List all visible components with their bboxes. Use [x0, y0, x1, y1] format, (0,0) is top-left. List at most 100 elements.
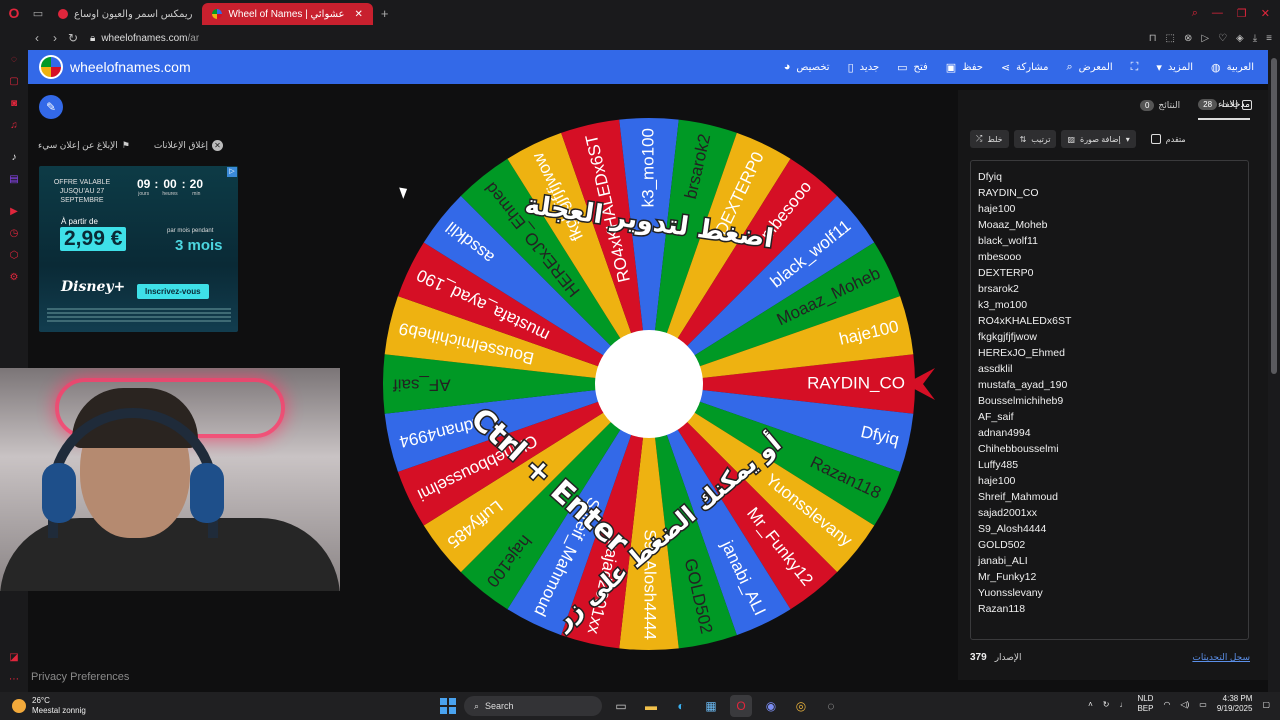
url-field[interactable]: 🔒︎ wheelofnames.com/ar — [90, 33, 199, 44]
chrome-icon[interactable]: ◎ — [790, 695, 812, 717]
ad-signup-button[interactable]: Inscrivez-vous — [137, 284, 209, 299]
opera-gx-icon[interactable]: O — [730, 695, 752, 717]
menu-language[interactable]: ◍ العربية — [1211, 61, 1254, 74]
tab-results[interactable]: النتائج 0 — [1139, 90, 1180, 120]
shopping-icon[interactable]: ▢ — [7, 74, 21, 88]
hide-checkbox[interactable]: إخفاء — [1218, 99, 1252, 110]
notification-icon[interactable]: ▢ — [1262, 700, 1270, 709]
store-icon[interactable]: ▦ — [700, 695, 722, 717]
bookmark-icon[interactable]: ⊓ — [1149, 33, 1157, 44]
chevron-up-icon[interactable]: ˄ — [1088, 700, 1093, 709]
volume-icon[interactable]: ◁) — [1180, 700, 1189, 709]
send-icon[interactable]: ▷ — [1201, 33, 1209, 44]
changelog-link[interactable]: سجل التحديثات — [1192, 652, 1250, 663]
taskbar-search[interactable]: ⌕ Search — [464, 696, 602, 716]
entry-line: Yuonsslevany — [978, 587, 1043, 599]
scrollbar-thumb[interactable] — [1271, 58, 1277, 374]
screenshot-icon[interactable]: ⬚ — [1166, 33, 1175, 44]
browser-sidebar: ◌ ▢ ◙ ♫ ♪ ▤ ▶ ◷ ⬡ ⚙ ◪ ⋯ — [0, 26, 28, 692]
menu-open[interactable]: ▭ فتح — [897, 61, 928, 74]
pencil-icon: ✎ — [45, 100, 57, 114]
privacy-preferences-link[interactable]: Privacy Preferences — [31, 671, 129, 683]
menu-customize[interactable]: ◕ تخصيص — [784, 61, 830, 73]
opera-logo-icon[interactable]: O — [0, 0, 28, 26]
close-ads-link[interactable]: ✕ إغلاق الإعلانات — [154, 140, 223, 151]
tab-wheel-of-names[interactable]: Wheel of Names | عشوائي ✕ — [202, 3, 373, 25]
new-tab-button[interactable]: + — [373, 6, 397, 21]
tab-youtube[interactable]: ريمكس اسمر والعيون اوساع — [48, 3, 202, 25]
menu-new[interactable]: ▯ جديد — [848, 61, 880, 74]
download-icon[interactable]: ⤓ — [1253, 33, 1257, 44]
wheel-center[interactable] — [595, 330, 703, 438]
entries-textarea[interactable]: Dfyiq RAYDIN_CO haje100 Moaaz_Moheb black_wo… — [970, 160, 1249, 640]
reload-icon[interactable]: ↻ — [64, 31, 82, 45]
site-name[interactable]: wheelofnames.com — [70, 59, 191, 75]
wifi-icon[interactable]: ◠ — [1163, 700, 1170, 709]
disney-ad-banner[interactable]: ▷ OFFRE VALABLE JUSQU'AU 27 SEPTEMBRE 09… — [39, 166, 238, 332]
extensions-icon[interactable]: ⬡ — [7, 248, 21, 262]
music-icon[interactable]: ♫ — [7, 118, 21, 132]
maximize-icon[interactable]: ❐ — [1237, 7, 1247, 20]
page-scrollbar[interactable] — [1268, 50, 1280, 692]
panel-footer: 379 الإصدار سجل التحديثات — [970, 652, 1250, 663]
windows-start-icon[interactable] — [440, 698, 456, 714]
search-tabs-icon[interactable]: ⌕ — [1192, 7, 1198, 20]
gx-icon[interactable]: ◪ — [7, 650, 21, 664]
site-logo-icon[interactable] — [39, 55, 63, 79]
obs-icon[interactable]: ◌ — [820, 695, 842, 717]
tiktok-icon[interactable]: ♪ — [7, 150, 21, 164]
settings-icon[interactable]: ⚙ — [7, 270, 21, 284]
back-icon[interactable]: ‹ — [28, 31, 46, 45]
weather-widget[interactable]: 26°C Meestal zonnig — [12, 696, 86, 716]
entry-line: assdklil — [978, 363, 1013, 375]
entry-line: Shreif_Mahmoud — [978, 491, 1058, 503]
sync-icon[interactable]: ↻ — [1103, 700, 1110, 709]
image-icon: ▨ — [1067, 134, 1075, 144]
task-view-icon[interactable]: ▭ — [610, 695, 632, 717]
menu-share[interactable]: ⋖ مشاركة — [1001, 61, 1049, 74]
edit-button[interactable]: ✎ — [39, 95, 63, 119]
sort-button[interactable]: ⇅ ترتيب — [1013, 130, 1057, 148]
more-icon[interactable]: ⋯ — [7, 672, 21, 686]
folder-icon: ▭ — [897, 61, 908, 74]
wallet-icon[interactable]: ◈ — [1236, 33, 1244, 44]
file-explorer-icon[interactable]: ▬ — [640, 695, 662, 717]
menu-save[interactable]: ▣ حفظ — [946, 61, 983, 74]
forward-icon[interactable]: › — [46, 31, 64, 45]
advanced-checkbox[interactable]: متقدم — [1150, 134, 1186, 144]
entry-line: k3_mo100 — [978, 299, 1028, 311]
heart-icon[interactable]: ♡ — [1218, 33, 1227, 44]
adchoices-icon[interactable]: ▷ — [227, 167, 237, 177]
input-language[interactable]: NLD BEP — [1137, 694, 1153, 714]
ad-from-text: À partir de — [61, 217, 98, 226]
shuffle-button[interactable]: ⤮ خلط — [970, 130, 1009, 148]
close-window-icon[interactable]: ✕ — [1261, 7, 1270, 20]
add-image-button[interactable]: ▨ إضافة صورة ▾ — [1061, 130, 1136, 148]
entry-line: Dfyiq — [978, 171, 1002, 183]
ad-controls: ✕ إغلاق الإعلانات ⚑ الإبلاغ عن إعلان سيء — [38, 140, 223, 151]
entry-line: GOLD502 — [978, 539, 1026, 551]
clock[interactable]: 4:38 PM 9/19/2025 — [1217, 694, 1253, 714]
windows-taskbar: 26°C Meestal zonnig ⌕ Search ▭ ▬ ◐ ▦ O ◉ ◎… — [0, 692, 1280, 720]
edge-icon[interactable]: ◐ — [670, 695, 692, 717]
history-icon[interactable]: ◷ — [7, 226, 21, 240]
menu-icon[interactable]: ≡ — [1266, 33, 1272, 44]
minimize-icon[interactable]: — — [1212, 7, 1223, 20]
messenger-icon[interactable]: ◙ — [7, 96, 21, 110]
report-ad-link[interactable]: ⚑ الإبلاغ عن إعلان سيء — [38, 140, 130, 151]
aria-icon[interactable]: ◌ — [7, 52, 21, 66]
workspaces-icon[interactable]: ▭ — [28, 0, 48, 26]
microphone-icon[interactable]: ♩ — [1119, 700, 1127, 709]
discord-icon[interactable]: ◉ — [760, 695, 782, 717]
twitch-icon[interactable]: ▤ — [7, 172, 21, 186]
browser-tab-bar: O ▭ ريمكس اسمر والعيون اوساع Wheel of Na… — [0, 0, 1280, 26]
adblock-icon[interactable]: ⊗ — [1184, 33, 1192, 44]
player-icon[interactable]: ▶ — [7, 204, 21, 218]
name-wheel[interactable]: RAYDIN_CODfyiqRazan118YuonsslevanyMr_Fun… — [383, 118, 935, 650]
youtube-icon — [58, 9, 68, 19]
close-tab-icon[interactable]: ✕ — [355, 9, 363, 20]
menu-fullscreen[interactable]: ⛶ — [1131, 61, 1139, 74]
menu-gallery[interactable]: ⌕ المعرض — [1066, 61, 1112, 74]
menu-more[interactable]: ▾ المزيد — [1156, 61, 1193, 74]
battery-icon[interactable]: ▭ — [1199, 700, 1207, 709]
